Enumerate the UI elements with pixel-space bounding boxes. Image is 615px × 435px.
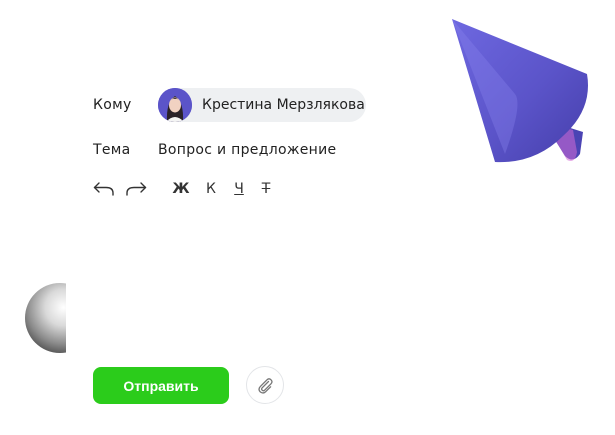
redo-icon [126,182,147,196]
recipient-chip[interactable]: Крестина Мерзлякова [158,88,366,122]
undo-icon [93,182,114,196]
message-body[interactable] [93,215,543,350]
paperclip-icon [258,378,273,394]
italic-button[interactable]: К [203,176,219,202]
undo-button[interactable] [92,176,116,202]
strikethrough-button[interactable]: Т [258,176,274,202]
attach-button[interactable] [246,366,284,404]
to-label: Кому [93,97,132,113]
redo-button[interactable] [124,176,148,202]
avatar [158,88,192,122]
subject-field[interactable]: Вопрос и предложение [158,142,336,158]
email-compose-screen: Кому Крестина Мерзлякова Тема Вопрос и п… [0,0,615,435]
subject-label: Тема [93,142,131,158]
chrome-sphere-decoration [25,283,66,353]
underline-button[interactable]: Ч [231,176,247,202]
recipient-name: Крестина Мерзлякова [202,97,365,113]
underline-label: Ч [234,181,244,197]
bold-button[interactable]: Ж [172,176,190,202]
strikethrough-label: Т [261,181,271,197]
italic-label: К [206,181,216,197]
send-button[interactable]: Отправить [93,367,229,404]
bold-label: Ж [172,181,190,197]
